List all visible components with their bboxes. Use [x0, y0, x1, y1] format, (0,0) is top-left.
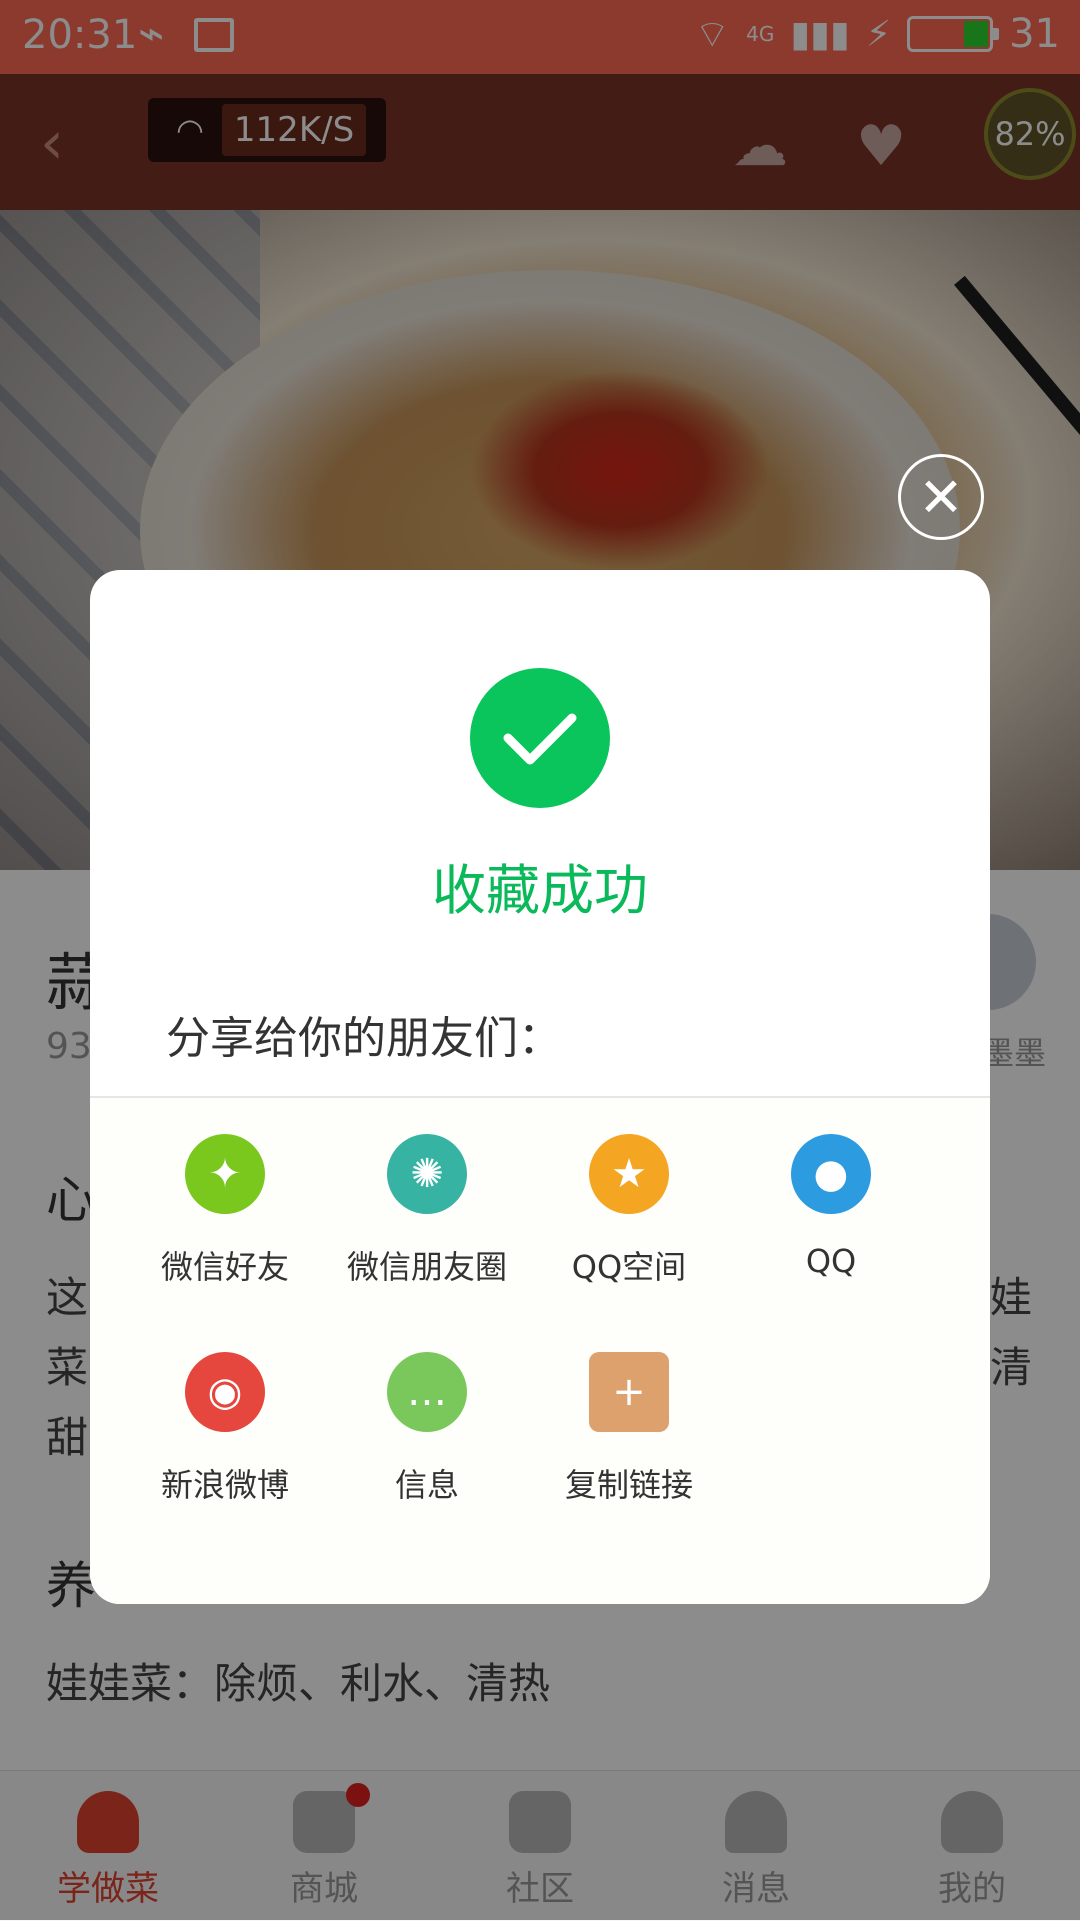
share-label: QQ: [805, 1242, 857, 1280]
share-wechat-button[interactable]: ✦ 微信好友: [124, 1134, 326, 1288]
wechat-moments-icon: ✺: [387, 1134, 467, 1214]
copy-link-icon: +: [589, 1352, 669, 1432]
favorite-success-dialog: 收藏成功 分享给你的朋友们： ✦ 微信好友 ✺ 微信朋友圈 ★ QQ空间 ● Q…: [90, 570, 990, 1604]
share-message-button[interactable]: … 信息: [326, 1352, 528, 1506]
share-label: 新浪微博: [160, 1466, 289, 1504]
share-targets: ✦ 微信好友 ✺ 微信朋友圈 ★ QQ空间 ● QQ ◉ 新浪微博 … 信息 +…: [90, 1098, 990, 1604]
share-label: 微信朋友圈: [346, 1248, 507, 1286]
close-icon[interactable]: ✕: [898, 454, 984, 540]
share-label: 微信好友: [160, 1248, 289, 1286]
share-prompt: 分享给你的朋友们：: [166, 1013, 562, 1064]
share-qq-button[interactable]: ● QQ: [730, 1134, 932, 1280]
success-check-icon: [470, 668, 610, 808]
share-label: 复制链接: [564, 1466, 693, 1504]
success-title: 收藏成功: [432, 859, 648, 922]
share-label: QQ空间: [571, 1248, 687, 1286]
message-icon: …: [387, 1352, 467, 1432]
share-label: 信息: [394, 1466, 459, 1504]
qq-icon: ●: [791, 1134, 871, 1214]
weibo-icon: ◉: [185, 1352, 265, 1432]
wechat-icon: ✦: [185, 1134, 265, 1214]
share-weibo-button[interactable]: ◉ 新浪微博: [124, 1352, 326, 1506]
qzone-icon: ★: [589, 1134, 669, 1214]
share-qzone-button[interactable]: ★ QQ空间: [528, 1134, 730, 1288]
share-moments-button[interactable]: ✺ 微信朋友圈: [326, 1134, 528, 1288]
copy-link-button[interactable]: + 复制链接: [528, 1352, 730, 1506]
